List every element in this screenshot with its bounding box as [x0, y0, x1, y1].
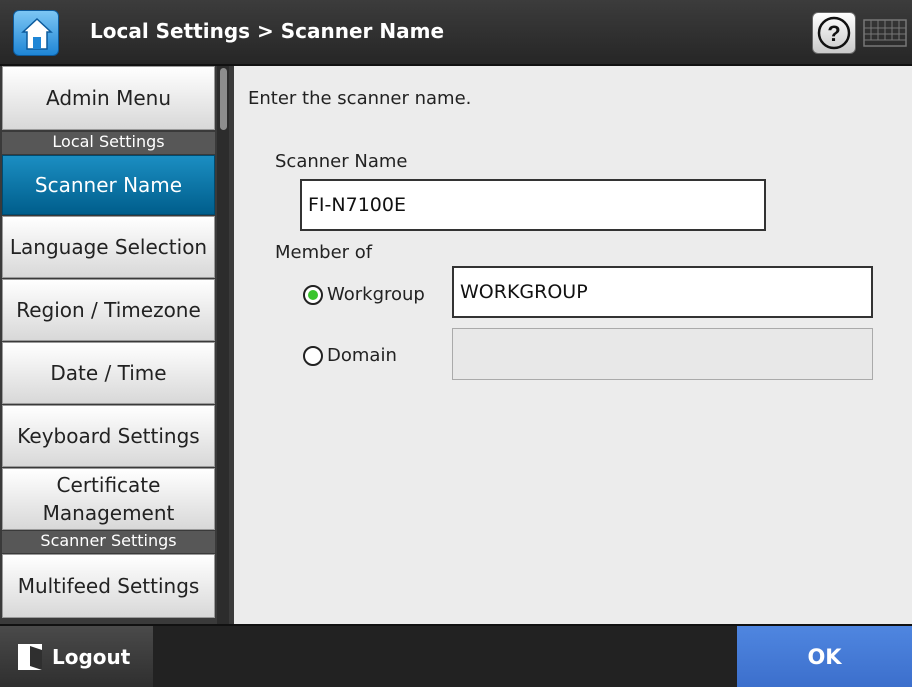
domain-radio[interactable]: Domain	[303, 345, 397, 366]
page-title: Local Settings > Scanner Name	[90, 19, 445, 43]
sidebar-item-date-time[interactable]: Date / Time	[2, 342, 215, 404]
sidebar-item-certificate-management[interactable]: Certificate Management	[2, 468, 215, 530]
workgroup-radio[interactable]: Workgroup	[303, 284, 425, 305]
radio-unselected-icon	[303, 345, 323, 366]
sidebar-item-multifeed-settings[interactable]: Multifeed Settings	[2, 554, 215, 618]
domain-label: Domain	[327, 345, 397, 366]
sidebar-item-admin-menu[interactable]: Admin Menu	[2, 66, 215, 130]
sidebar-item-scanner-name[interactable]: Scanner Name	[2, 155, 215, 215]
logout-icon	[18, 643, 42, 670]
radio-selected-icon	[303, 284, 323, 305]
logout-button[interactable]: Logout	[0, 626, 153, 687]
footer-bar: Logout OK	[0, 624, 912, 687]
home-icon	[21, 17, 53, 50]
ok-button[interactable]: OK	[737, 626, 912, 687]
domain-input[interactable]	[452, 328, 873, 380]
member-of-label: Member of	[275, 242, 373, 263]
help-icon: ?	[817, 16, 851, 50]
scanner-name-input[interactable]: FI-N7100E	[300, 179, 766, 231]
svg-text:?: ?	[827, 21, 840, 46]
title-bar: Local Settings > Scanner Name ?	[0, 0, 912, 66]
sidebar-section-local-settings: Local Settings	[2, 132, 215, 154]
app-window: Local Settings > Scanner Name ? Admin Me…	[0, 0, 912, 687]
sidebar-scrollbar[interactable]	[217, 66, 229, 624]
instruction-text: Enter the scanner name.	[248, 88, 472, 109]
home-button[interactable]	[13, 10, 59, 56]
workgroup-input[interactable]: WORKGROUP	[452, 266, 873, 318]
scanner-name-label: Scanner Name	[275, 151, 408, 172]
sidebar-item-language-selection[interactable]: Language Selection	[2, 216, 215, 278]
workgroup-label: Workgroup	[327, 284, 425, 305]
logout-label: Logout	[52, 644, 131, 669]
ok-label: OK	[807, 644, 842, 669]
sidebar-section-scanner-settings: Scanner Settings	[2, 531, 215, 553]
keyboard-icon[interactable]	[862, 14, 908, 52]
sidebar: Admin Menu Local Settings Scanner Name L…	[0, 66, 234, 624]
help-button[interactable]: ?	[812, 12, 856, 54]
main-panel: Enter the scanner name. Scanner Name FI-…	[234, 66, 912, 624]
sidebar-item-keyboard-settings[interactable]: Keyboard Settings	[2, 405, 215, 467]
scrollbar-thumb[interactable]	[220, 68, 227, 130]
sidebar-item-region-timezone[interactable]: Region / Timezone	[2, 279, 215, 341]
